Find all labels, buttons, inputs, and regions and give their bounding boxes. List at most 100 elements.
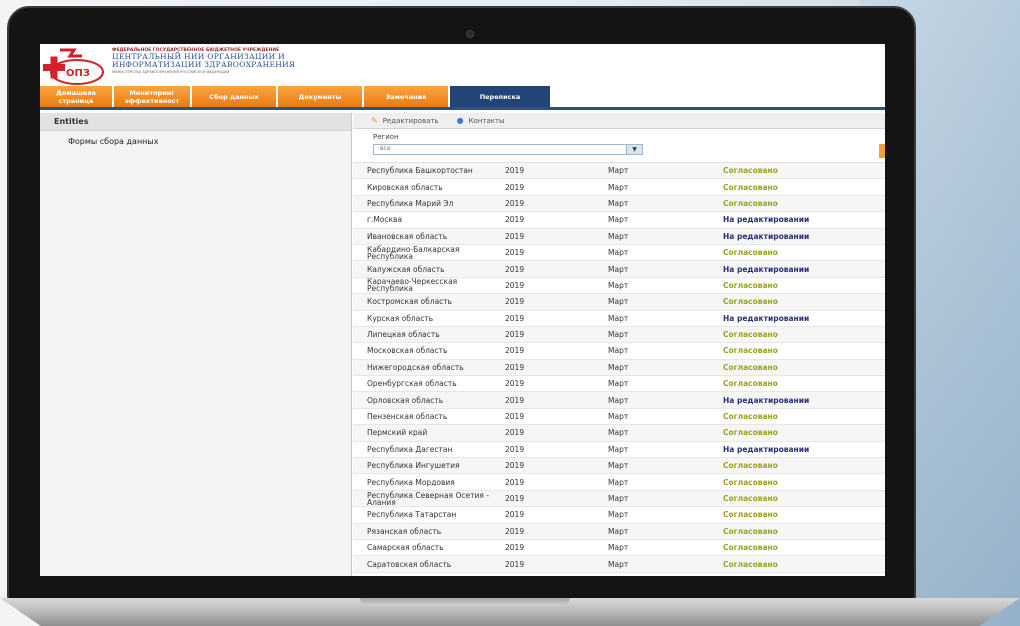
status-cell: На редактировании bbox=[723, 313, 810, 323]
region-cell: Московская область bbox=[367, 346, 448, 356]
status-cell: Согласовано bbox=[723, 526, 778, 536]
region-select-value: все bbox=[380, 145, 391, 152]
month-cell: Март bbox=[608, 428, 629, 438]
org-name-line2: ИНФОРМАТИЗАЦИИ ЗДРАВООХРАНЕНИЯ bbox=[112, 60, 296, 69]
region-select[interactable]: все ▼ bbox=[373, 144, 643, 155]
month-cell: Март bbox=[608, 477, 629, 487]
table-row[interactable]: Нижегородская область 2019 Март Согласовано bbox=[353, 359, 885, 377]
region-cell: Саратовская область bbox=[367, 559, 452, 569]
month-cell: Март bbox=[608, 198, 629, 208]
edit-button[interactable]: ✎ Редактировать bbox=[371, 116, 439, 125]
month-cell: Март bbox=[608, 461, 629, 471]
sidebar: Entities Формы сбора данных bbox=[40, 113, 352, 576]
pencil-icon: ✎ bbox=[371, 116, 378, 125]
region-cell: Республика Дагестан bbox=[367, 444, 453, 454]
status-cell: Согласовано bbox=[723, 280, 778, 290]
region-filter: Регион все ▼ bbox=[353, 129, 885, 163]
year-cell: 2019 bbox=[505, 198, 525, 208]
tab-home[interactable]: Домашняя страница bbox=[40, 86, 112, 107]
tab-documents[interactable]: Документы bbox=[278, 86, 362, 107]
month-cell: Март bbox=[608, 362, 629, 372]
table-row[interactable]: Карачаево-Черкесская Республика 2019 Март С… bbox=[353, 278, 885, 295]
status-cell: Согласовано bbox=[723, 166, 778, 176]
app-screen: ОПЗ ФЕДЕРАЛЬНОЕ ГОСУДАРСТВЕННОЕ БЮДЖЕТНО… bbox=[40, 44, 885, 576]
table-row[interactable]: Саратовская область 2019 Март Согласовано bbox=[353, 556, 885, 573]
table-row[interactable]: Республика Башкортостан 2019 Март Согласова… bbox=[353, 163, 885, 180]
table-row[interactable]: Республика Дагестан 2019 Март На редактиров… bbox=[353, 442, 885, 459]
status-cell: Согласовано bbox=[723, 330, 778, 340]
table-row[interactable]: Курская область 2019 Март На редактировании bbox=[353, 311, 885, 327]
year-cell: 2019 bbox=[505, 362, 525, 372]
table-row[interactable]: Липецкая область 2019 Март Согласовано bbox=[353, 326, 885, 344]
table-row[interactable]: Кабардино-Балкарская Республика 2019 Март С… bbox=[353, 244, 885, 262]
year-cell: 2019 bbox=[505, 182, 525, 192]
table-row[interactable]: Костромская область 2019 Март Согласовано bbox=[353, 294, 885, 311]
sidebar-header: Entities bbox=[40, 113, 351, 131]
region-cell: Республика Мордовия bbox=[367, 477, 455, 487]
year-cell: 2019 bbox=[505, 330, 525, 340]
table-row[interactable]: Московская область 2019 Март Согласовано bbox=[353, 343, 885, 360]
status-cell: Согласовано bbox=[723, 428, 778, 438]
chevron-down-icon[interactable]: ▼ bbox=[626, 145, 642, 154]
month-cell: Март bbox=[608, 248, 629, 258]
year-cell: 2019 bbox=[505, 510, 525, 520]
region-cell: Оренбургская область bbox=[367, 379, 457, 389]
table-row[interactable]: Ивановская область 2019 Март На редактирова… bbox=[353, 228, 885, 245]
tab-monitoring[interactable]: Мониторинг эффективност bbox=[114, 86, 190, 107]
table-row[interactable]: Республика Марий Эл 2019 Март Согласовано bbox=[353, 195, 885, 213]
region-cell: Республика Марий Эл bbox=[367, 198, 454, 208]
status-cell: Согласовано bbox=[723, 379, 778, 389]
region-cell: Кабардино-Балкарская Республика bbox=[367, 244, 460, 261]
table-row[interactable]: Орловская область 2019 Март На редактирован… bbox=[353, 392, 885, 409]
status-cell: На редактировании bbox=[723, 231, 810, 241]
year-cell: 2019 bbox=[505, 477, 525, 487]
table-row[interactable]: Республика Мордовия 2019 Март Согласовано bbox=[353, 474, 885, 491]
month-cell: Март bbox=[608, 182, 629, 192]
region-cell: Ивановская область bbox=[367, 231, 448, 241]
status-cell: Согласовано bbox=[723, 477, 778, 487]
year-cell: 2019 bbox=[505, 264, 525, 274]
status-cell: Согласовано bbox=[723, 510, 778, 520]
table-row[interactable]: г.Москва 2019 Март На редактировании bbox=[353, 212, 885, 229]
main-tabs: Домашняя страница Мониторинг эффективнос… bbox=[40, 86, 885, 110]
table-row[interactable]: Калужская область 2019 Март На редактирован… bbox=[353, 261, 885, 278]
month-cell: Март bbox=[608, 543, 629, 553]
year-cell: 2019 bbox=[505, 444, 525, 454]
region-cell: г.Москва bbox=[367, 215, 403, 225]
tab-correspondence[interactable]: Переписка bbox=[450, 86, 550, 107]
table-row[interactable]: Самарская область 2019 Март Согласовано bbox=[353, 540, 885, 557]
table-row[interactable]: Пермский край 2019 Март Согласовано bbox=[353, 425, 885, 442]
month-cell: Март bbox=[608, 510, 629, 520]
table-row[interactable]: Оренбургская область 2019 Март Согласовано bbox=[353, 376, 885, 393]
region-cell: Республика Ингушетия bbox=[367, 461, 460, 471]
table-row[interactable]: Республика Северная Осетия - Алания 2019 М… bbox=[353, 490, 885, 508]
month-cell: Март bbox=[608, 313, 629, 323]
table-row[interactable]: Рязанская область 2019 Март Согласовано bbox=[353, 523, 885, 540]
year-cell: 2019 bbox=[505, 346, 525, 356]
contacts-button[interactable]: ● Контакты bbox=[457, 116, 505, 125]
contacts-label: Контакты bbox=[468, 116, 505, 125]
region-cell: Костромская область bbox=[367, 297, 453, 307]
year-cell: 2019 bbox=[505, 248, 525, 258]
year-cell: 2019 bbox=[505, 395, 525, 405]
year-cell: 2019 bbox=[505, 543, 525, 553]
year-cell: 2019 bbox=[505, 280, 525, 290]
main-panel: ✎ Редактировать ● Контакты Регион все ▼ … bbox=[353, 113, 885, 576]
status-cell: Согласовано bbox=[723, 362, 778, 372]
status-cell: На редактировании bbox=[723, 395, 810, 405]
month-cell: Март bbox=[608, 330, 629, 340]
month-cell: Март bbox=[608, 346, 629, 356]
table-row[interactable]: Кировская область 2019 Март Согласовано bbox=[353, 179, 885, 196]
month-cell: Март bbox=[608, 280, 629, 290]
month-cell: Март bbox=[608, 231, 629, 241]
filter-accent bbox=[879, 144, 885, 158]
table-row[interactable]: Пензенская область 2019 Март Согласовано bbox=[353, 409, 885, 426]
table-row[interactable]: Республика Татарстан 2019 Март Согласовано bbox=[353, 507, 885, 524]
tab-remarks[interactable]: Замечания bbox=[364, 86, 448, 107]
logo-icon[interactable]: ОПЗ bbox=[40, 46, 106, 86]
tab-data-collection[interactable]: Сбор данных bbox=[192, 86, 276, 107]
table-row[interactable]: Республика Ингушетия 2019 Март Согласовано bbox=[353, 458, 885, 475]
year-cell: 2019 bbox=[505, 526, 525, 536]
region-cell: Липецкая область bbox=[367, 330, 440, 340]
sidebar-item-data-forms[interactable]: Формы сбора данных bbox=[40, 131, 351, 152]
